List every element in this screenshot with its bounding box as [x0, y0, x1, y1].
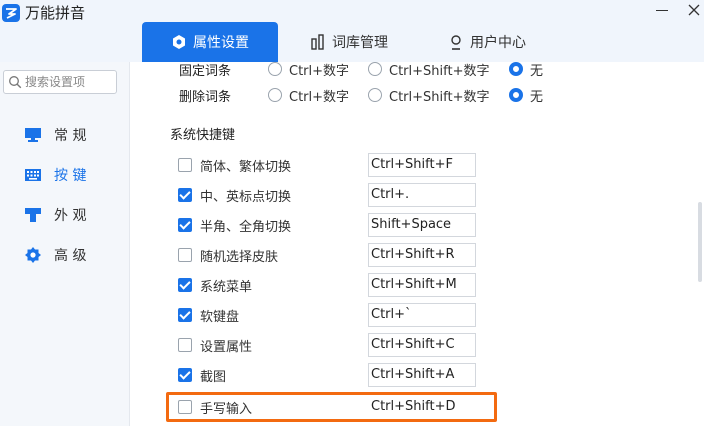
brush-icon [24, 206, 42, 224]
monitor-icon [24, 126, 42, 144]
hotkey-input[interactable]: Shift+Space [368, 213, 476, 237]
tab-dictionary[interactable]: 词库管理 [294, 22, 404, 62]
hotkey-checkbox[interactable] [178, 308, 192, 322]
radio-button [268, 62, 282, 76]
hotkey-checkbox[interactable] [178, 278, 192, 292]
hotkey-checkbox[interactable] [178, 218, 192, 232]
radio-button [268, 88, 282, 102]
hotkey-checkbox[interactable] [178, 248, 192, 262]
hotkey-row: 半角、全角切换 Shift+Space [178, 213, 518, 237]
hotkey-row: 随机选择皮肤 Ctrl+Shift+R [178, 243, 518, 267]
fixed-word-label: 固定词条 [179, 63, 232, 79]
bar-chart-icon [310, 34, 326, 50]
delete-word-radio-ctrl-num[interactable]: Ctrl+数字 [268, 86, 349, 105]
sidebar-item-general[interactable]: 常 规 [24, 123, 86, 147]
sidebar-item-appearance[interactable]: 外 观 [24, 203, 86, 227]
hotkey-checkbox[interactable] [178, 368, 192, 382]
gear-icon [24, 246, 42, 264]
hotkey-input[interactable]: Ctrl+` [368, 303, 476, 327]
search-box[interactable] [3, 70, 117, 94]
hotkey-row: 系统菜单 Ctrl+Shift+M [178, 273, 518, 297]
radio-label: 无 [530, 63, 544, 79]
hotkey-label: 软键盘 [200, 310, 240, 325]
fixed-word-radio-ctrl-shift-num[interactable]: Ctrl+Shift+数字 [368, 62, 489, 79]
sidebar-item-label: 外 观 [54, 208, 87, 224]
sidebar-item-label: 按 键 [54, 168, 87, 184]
hotkey-row: 中、英标点切换 Ctrl+. [178, 183, 518, 207]
app-title: 万能拼音 [25, 4, 86, 22]
sidebar: 常 规 按 键 外 观 高 级 [0, 62, 130, 426]
tab-label: 属性设置 [193, 35, 249, 51]
minimize-icon[interactable] [656, 4, 670, 18]
hotkey-row: 截图 Ctrl+Shift+A [178, 363, 518, 387]
hotkey-row: 简体、繁体切换 Ctrl+Shift+F [178, 153, 518, 177]
sidebar-item-keys[interactable]: 按 键 [24, 163, 86, 187]
sidebar-item-label: 高 级 [54, 248, 87, 264]
search-icon [8, 75, 22, 89]
keyboard-icon [24, 166, 42, 184]
radio-label: Ctrl+数字 [289, 89, 350, 105]
hotkey-label: 中、英标点切换 [200, 190, 292, 205]
hotkey-label: 简体、繁体切换 [200, 160, 292, 175]
section-title-hotkeys: 系统快捷键 [170, 128, 236, 143]
hotkey-checkbox[interactable] [178, 158, 192, 172]
delete-word-radio-none[interactable]: 无 [509, 86, 543, 105]
hotkey-input[interactable]: Ctrl+Shift+C [368, 333, 476, 357]
sidebar-item-label: 常 规 [54, 128, 87, 144]
radio-button [368, 62, 382, 76]
close-icon[interactable] [686, 2, 702, 18]
delete-word-label: 删除词条 [179, 89, 232, 105]
settings-panel: 固定词条 Ctrl+数字 Ctrl+Shift+数字 无 删除词条 Ctrl+数… [131, 62, 704, 426]
radio-label: Ctrl+Shift+数字 [389, 89, 490, 105]
hotkey-checkbox[interactable] [178, 338, 192, 352]
hotkey-input[interactable]: Ctrl+Shift+D [368, 395, 476, 419]
sidebar-item-advanced[interactable]: 高 级 [24, 243, 86, 267]
radio-button [368, 88, 382, 102]
fixed-word-radio-none[interactable]: 无 [509, 62, 543, 79]
hotkey-input[interactable]: Ctrl+Shift+F [368, 153, 476, 177]
hotkey-checkbox[interactable] [178, 400, 192, 414]
radio-label: Ctrl+数字 [289, 63, 350, 79]
tab-properties[interactable]: 属性设置 [142, 22, 278, 62]
fixed-word-radio-ctrl-num[interactable]: Ctrl+数字 [268, 62, 349, 79]
tab-user-center[interactable]: 用户中心 [432, 22, 542, 62]
tab-label: 用户中心 [470, 35, 526, 51]
hotkey-input[interactable]: Ctrl+. [368, 183, 476, 207]
hotkey-checkbox[interactable] [178, 188, 192, 202]
radio-label: 无 [530, 89, 544, 105]
hotkey-row: 设置属性 Ctrl+Shift+C [178, 333, 518, 357]
search-input[interactable] [25, 75, 115, 89]
tab-label: 词库管理 [332, 35, 388, 51]
radio-button [509, 88, 523, 102]
hotkey-label: 半角、全角切换 [200, 220, 292, 235]
hotkey-label: 手写输入 [200, 402, 253, 417]
hotkey-label: 系统菜单 [200, 280, 253, 295]
delete-word-radio-ctrl-shift-num[interactable]: Ctrl+Shift+数字 [368, 86, 489, 105]
hexagon-icon [171, 34, 187, 50]
hotkey-row: 软键盘 Ctrl+` [178, 303, 518, 327]
user-icon [448, 34, 464, 50]
title-bar: 万能拼音 属性设置 词库管理 用户中心 [0, 0, 704, 62]
hotkey-input[interactable]: Ctrl+Shift+M [368, 273, 476, 297]
hotkey-label: 截图 [200, 370, 227, 385]
hotkey-input[interactable]: Ctrl+Shift+R [368, 243, 476, 267]
radio-label: Ctrl+Shift+数字 [389, 63, 490, 79]
app-logo-icon [2, 4, 20, 22]
hotkey-label: 随机选择皮肤 [200, 250, 279, 265]
scrollbar-thumb[interactable] [698, 202, 702, 282]
hotkey-label: 设置属性 [200, 340, 253, 355]
hotkey-row: 手写输入 Ctrl+Shift+D [178, 395, 518, 419]
hotkey-input[interactable]: Ctrl+Shift+A [368, 363, 476, 387]
radio-button [509, 62, 523, 76]
